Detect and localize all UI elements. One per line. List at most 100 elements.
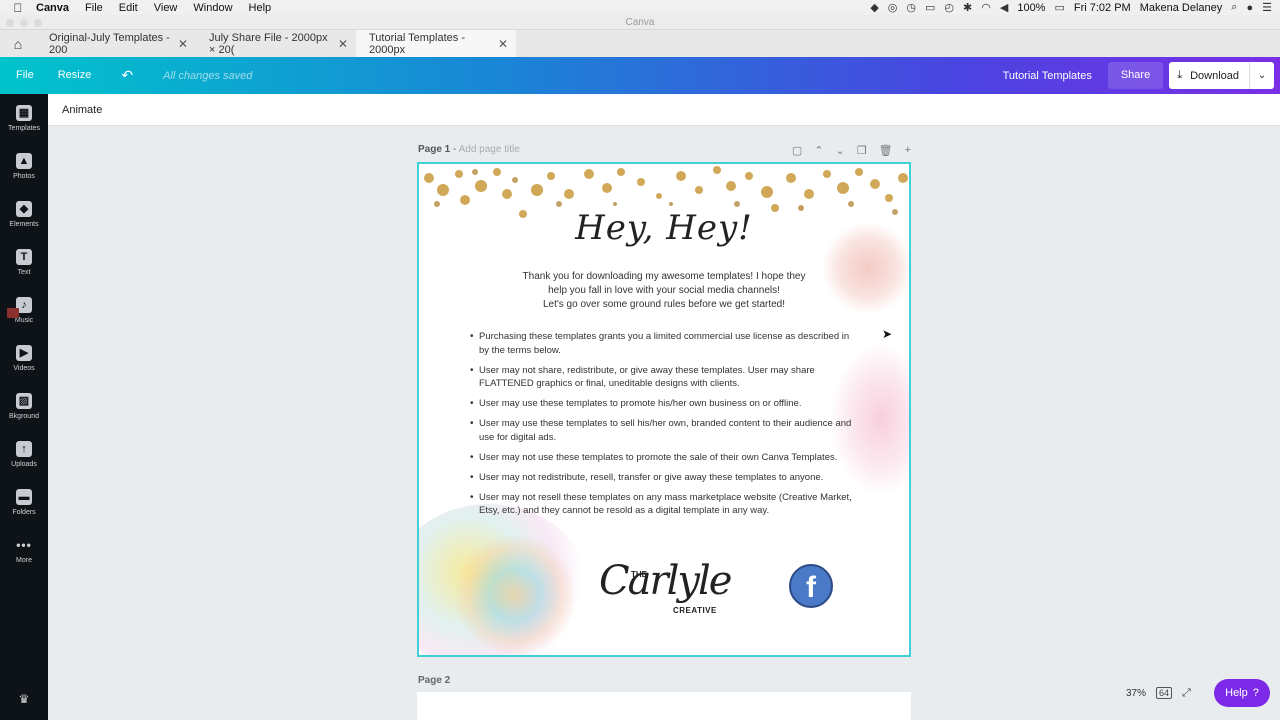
rules-list[interactable]: Purchasing these templates grants you a …: [470, 330, 859, 524]
sidebar-item-label: Templates: [8, 124, 40, 132]
close-tab-icon[interactable]: ✕: [178, 37, 188, 51]
sidebar-item-background[interactable]: ▨ Bkground: [0, 382, 48, 430]
window-title: Canva: [625, 17, 655, 28]
minimize-window-button[interactable]: [20, 19, 28, 27]
page-title: Page 1 - Add page title: [418, 144, 520, 158]
tab-label: Tutorial Templates - 2000px: [369, 31, 465, 56]
menu-edit[interactable]: Edit: [119, 2, 138, 14]
sidebar-item-label: Elements: [9, 220, 39, 228]
undo-icon[interactable]: ↶: [113, 57, 141, 94]
list-item: User may not redistribute, resell, trans…: [470, 471, 859, 485]
menu-view[interactable]: View: [154, 2, 178, 14]
battery-icon[interactable]: ▭: [1054, 1, 1064, 14]
sidebar-item-folders[interactable]: ▬ Folders: [0, 478, 48, 526]
question-icon: ?: [1252, 687, 1259, 699]
sidebar-item-label: Text: [17, 268, 31, 276]
help-button[interactable]: Help ?: [1214, 679, 1270, 707]
zoom-level[interactable]: 37%: [1126, 688, 1146, 699]
intro-line: Thank you for downloading my awesome tem…: [522, 271, 806, 282]
object-panel-sidebar: ▦ Templates ▲ Photos ◆ Elements T Text ♪…: [0, 94, 48, 720]
menu-file[interactable]: File: [85, 2, 103, 14]
templates-icon: ▦: [16, 104, 32, 121]
download-icon: ⤓: [1177, 69, 1183, 81]
bluetooth-icon[interactable]: ✱: [963, 1, 972, 14]
background-icon: ▨: [16, 392, 32, 409]
wifi-icon[interactable]: ◠: [981, 1, 991, 14]
elements-icon: ◆: [16, 200, 32, 217]
fullscreen-icon[interactable]: ⤢: [1182, 687, 1191, 700]
close-tab-icon[interactable]: ✕: [338, 37, 348, 51]
animate-button[interactable]: Animate: [62, 104, 102, 116]
clock[interactable]: Fri 7:02 PM: [1074, 2, 1131, 14]
menu-help[interactable]: Help: [249, 2, 272, 14]
siri-icon[interactable]: ●: [1246, 2, 1253, 14]
sidebar-item-uploads[interactable]: ↑ Uploads: [0, 430, 48, 478]
uploads-icon: ↑: [16, 440, 32, 457]
tab-july-share-file[interactable]: July Share File - 2000px × 20( ✕: [196, 30, 356, 57]
download-button-group: ⤓ Download ⌄: [1169, 62, 1274, 89]
text-icon: T: [16, 248, 32, 265]
help-label: Help: [1225, 687, 1248, 699]
sidebar-item-photos[interactable]: ▲ Photos: [0, 142, 48, 190]
download-button[interactable]: ⤓ Download: [1169, 62, 1250, 89]
heading[interactable]: Hey, Hey!: [419, 208, 909, 248]
delete-page-icon[interactable]: 🗑: [879, 144, 893, 158]
design-title[interactable]: Tutorial Templates: [1003, 70, 1092, 82]
sidebar-item-label: Folders: [12, 508, 36, 516]
user-name[interactable]: Makena Delaney: [1140, 2, 1223, 14]
volume-icon[interactable]: ◀: [1000, 1, 1008, 14]
watercolor-flower-bottom-left: [453, 536, 577, 654]
chevron-down-icon[interactable]: ⌄: [1250, 70, 1274, 81]
close-tab-icon[interactable]: ✕: [498, 37, 508, 51]
airplay-icon[interactable]: ▭: [925, 1, 935, 14]
window-titlebar: Canva: [0, 15, 1280, 30]
tab-label: Original-July Templates - 200: [49, 31, 170, 56]
carlyle-creative-logo[interactable]: Carlyle THE CREATIVE: [599, 558, 732, 618]
share-button[interactable]: Share: [1107, 62, 1164, 89]
tab-original-july-templates[interactable]: Original-July Templates - 200 ✕: [36, 30, 196, 57]
menu-window[interactable]: Window: [193, 2, 232, 14]
intro-text[interactable]: Thank you for downloading my awesome tem…: [479, 270, 849, 312]
time-machine-icon[interactable]: ◴: [944, 1, 954, 14]
add-page-icon[interactable]: +: [905, 144, 911, 158]
page-notes-icon[interactable]: ▢: [792, 144, 802, 158]
sync-icon[interactable]: ◎: [888, 1, 898, 14]
logo-the: THE: [631, 570, 647, 579]
add-page-title-input[interactable]: Add page title: [459, 144, 520, 155]
facebook-icon[interactable]: f: [789, 564, 833, 608]
duplicate-page-icon[interactable]: ❐: [857, 144, 867, 158]
sidebar-item-more[interactable]: ••• More: [0, 526, 48, 574]
apple-icon[interactable]: : [0, 1, 36, 15]
move-page-up-icon[interactable]: ⌃: [814, 144, 823, 158]
notification-center-icon[interactable]: ☰: [1262, 1, 1272, 14]
sidebar-item-videos[interactable]: ▶ Videos: [0, 334, 48, 382]
zoom-window-button[interactable]: [34, 19, 42, 27]
sidebar-item-label: Videos: [13, 364, 35, 372]
context-toolbar: Animate: [48, 94, 1280, 126]
design-page-1[interactable]: Hey, Hey! Thank you for downloading my a…: [417, 162, 911, 657]
spotlight-search-icon[interactable]: ⌕: [1231, 1, 1237, 14]
resize-button[interactable]: Resize: [50, 57, 100, 94]
close-window-button[interactable]: [6, 19, 14, 27]
page-grid-view-button[interactable]: 64: [1156, 687, 1173, 699]
move-page-down-icon[interactable]: ⌄: [836, 144, 845, 158]
home-icon[interactable]: ⌂: [0, 30, 36, 57]
sidebar-item-templates[interactable]: ▦ Templates: [0, 94, 48, 142]
sidebar-item-text[interactable]: T Text: [0, 238, 48, 286]
list-item: User may not share, redistribute, or giv…: [470, 364, 859, 391]
timer-icon[interactable]: ◷: [906, 1, 916, 14]
tab-tutorial-templates[interactable]: Tutorial Templates - 2000px ✕: [356, 30, 516, 57]
design-page-2[interactable]: [417, 692, 911, 720]
mac-menubar:  Canva File Edit View Window Help ◆ ◎ ◷…: [0, 0, 1280, 15]
logo-script: Carlyle: [599, 558, 732, 604]
intro-line: Let's go over some ground rules before w…: [542, 299, 786, 310]
sidebar-item-elements[interactable]: ◆ Elements: [0, 190, 48, 238]
list-item: User may use these templates to sell his…: [470, 417, 859, 444]
page-2-label: Page 2: [418, 675, 451, 686]
crown-icon[interactable]: ♛: [0, 692, 48, 706]
menu-app-name[interactable]: Canva: [36, 2, 69, 14]
file-menu-button[interactable]: File: [8, 57, 42, 94]
list-item: User may use these templates to promote …: [470, 397, 859, 411]
dropbox-icon[interactable]: ◆: [870, 1, 878, 14]
tab-label: July Share File - 2000px × 20(: [209, 31, 328, 56]
